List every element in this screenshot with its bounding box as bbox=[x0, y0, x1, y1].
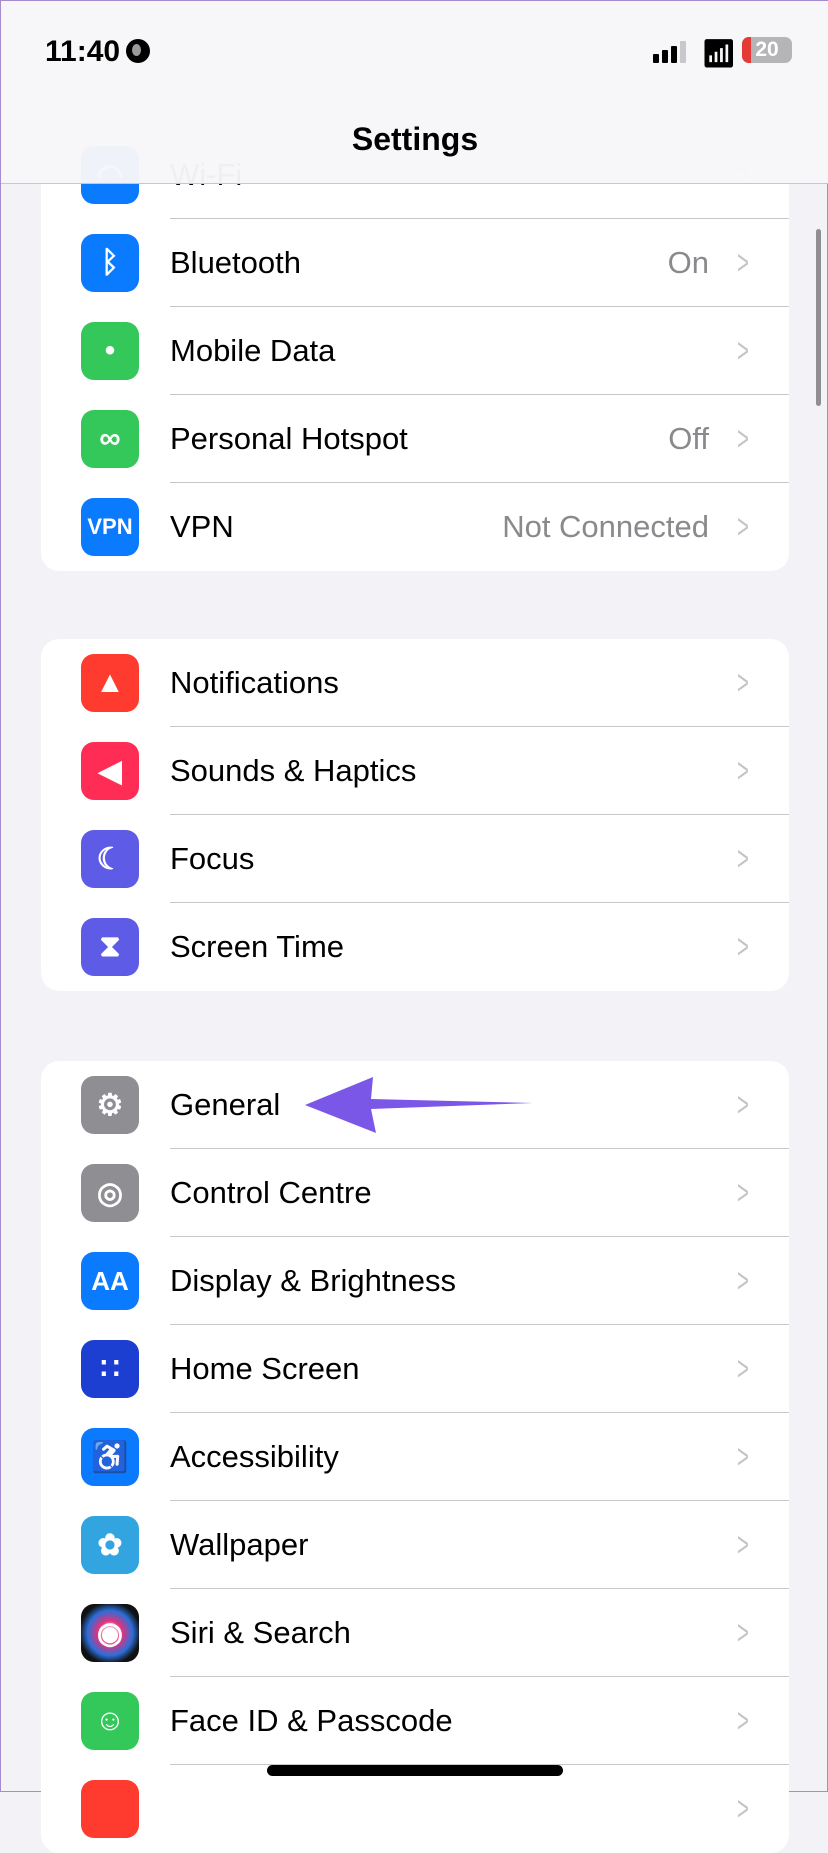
chevron-right-icon: > bbox=[737, 927, 750, 966]
chevron-right-icon: > bbox=[737, 839, 750, 878]
battery-icon: 20 bbox=[742, 37, 792, 63]
sos-icon bbox=[81, 1780, 139, 1838]
row-label: Accessibility bbox=[170, 1439, 339, 1474]
row-label: Mobile Data bbox=[170, 333, 336, 368]
row-label: Notifications bbox=[170, 665, 339, 700]
chevron-right-icon: > bbox=[737, 1789, 750, 1828]
annotation-arrow bbox=[305, 1077, 533, 1133]
flower-icon: ✿ bbox=[81, 1516, 139, 1574]
bell-icon: ▲ bbox=[81, 654, 139, 712]
moon-icon: ☾ bbox=[81, 830, 139, 888]
chevron-right-icon: > bbox=[737, 1085, 750, 1124]
row-label: Display & Brightness bbox=[170, 1263, 457, 1298]
row-label: Focus bbox=[170, 841, 255, 876]
home-grid-icon: ∷ bbox=[81, 1340, 139, 1398]
settings-row-bluetooth[interactable]: ᛒ Bluetooth On > bbox=[41, 219, 789, 307]
row-value: Not Connected bbox=[502, 509, 709, 544]
toggles-icon: ◎ bbox=[81, 1164, 139, 1222]
settings-row-vpn[interactable]: VPN VPN Not Connected > bbox=[41, 483, 789, 571]
cellular-signal-icon bbox=[653, 41, 686, 63]
face-id-icon: ☺ bbox=[81, 1692, 139, 1750]
chevron-right-icon: > bbox=[737, 1701, 750, 1740]
row-label: Screen Time bbox=[170, 929, 345, 964]
hotspot-link-icon: ∞ bbox=[81, 410, 139, 468]
vpn-icon: VPN bbox=[81, 498, 139, 556]
arrow-shape bbox=[305, 1077, 533, 1133]
accessibility-icon: ♿ bbox=[81, 1428, 139, 1486]
antenna-icon: • bbox=[81, 322, 139, 380]
settings-row-notifications[interactable]: ▲ Notifications > bbox=[41, 639, 789, 727]
chevron-right-icon: > bbox=[737, 751, 750, 790]
chevron-right-icon: > bbox=[737, 419, 750, 458]
scrollbar[interactable] bbox=[816, 229, 821, 406]
page-title: Settings bbox=[351, 121, 479, 157]
row-value: On bbox=[667, 245, 709, 280]
settings-row-home-screen[interactable]: ∷ Home Screen > bbox=[41, 1325, 789, 1413]
network-group: ◠Wi-Fi>ᛒBluetoothOn>•Mobile Data>∞Person… bbox=[41, 131, 789, 571]
general-group: ⚙ General > ◎ Control Centre > AA Display & Bri… bbox=[41, 1061, 789, 1853]
row-label: Wallpaper bbox=[170, 1527, 309, 1562]
chevron-right-icon: > bbox=[737, 1525, 750, 1564]
settings-row-wallpaper[interactable]: ✿ Wallpaper > bbox=[41, 1501, 789, 1589]
chevron-right-icon: > bbox=[737, 507, 750, 546]
chevron-right-icon: > bbox=[737, 663, 750, 702]
notifications-group: ▲ Notifications > ◀ Sounds & Haptics > ☾ Focus >… bbox=[41, 639, 789, 991]
speaker-icon: ◀ bbox=[81, 742, 139, 800]
chevron-right-icon: > bbox=[737, 1349, 750, 1388]
settings-row-personal-hotspot[interactable]: ∞ Personal Hotspot Off > bbox=[41, 395, 789, 483]
status-time: 11:40 bbox=[45, 35, 151, 69]
row-label: Face ID & Passcode bbox=[170, 1703, 453, 1738]
row-label: General bbox=[170, 1087, 281, 1122]
gear-icon: ⚙ bbox=[81, 1076, 139, 1134]
row-label: Bluetooth bbox=[170, 245, 301, 280]
settings-row-sounds-haptics[interactable]: ◀ Sounds & Haptics > bbox=[41, 727, 789, 815]
row-label: Control Centre bbox=[170, 1175, 372, 1210]
settings-row-control-centre[interactable]: ◎ Control Centre > bbox=[41, 1149, 789, 1237]
settings-row-screen-time[interactable]: ⧗ Screen Time > bbox=[41, 903, 789, 991]
chevron-right-icon: > bbox=[737, 1173, 750, 1212]
settings-row-siri-search[interactable]: ◉ Siri & Search > bbox=[41, 1589, 789, 1677]
home-indicator[interactable] bbox=[267, 1765, 563, 1776]
globe-icon bbox=[126, 39, 151, 63]
settings-row-face-id-passcode[interactable]: ☺ Face ID & Passcode > bbox=[41, 1677, 789, 1765]
chevron-right-icon: > bbox=[737, 1613, 750, 1652]
row-label: Siri & Search bbox=[170, 1615, 351, 1650]
settings-row-emergency-sos[interactable]: > bbox=[41, 1765, 789, 1853]
text-size-icon: AA bbox=[81, 1252, 139, 1310]
row-value: Off bbox=[668, 421, 709, 456]
row-label: Sounds & Haptics bbox=[170, 753, 417, 788]
row-label: VPN bbox=[170, 509, 234, 544]
settings-row-focus[interactable]: ☾ Focus > bbox=[41, 815, 789, 903]
chevron-right-icon: > bbox=[737, 331, 750, 370]
settings-row-mobile-data[interactable]: • Mobile Data > bbox=[41, 307, 789, 395]
row-label: Home Screen bbox=[170, 1351, 360, 1386]
bluetooth-icon: ᛒ bbox=[81, 234, 139, 292]
wifi-status-icon: 📶︎ bbox=[701, 38, 737, 69]
nav-header: 11:40 📶︎ 20 Settings bbox=[1, 1, 828, 184]
siri-icon: ◉ bbox=[81, 1604, 139, 1662]
settings-row-display-brightness[interactable]: AA Display & Brightness > bbox=[41, 1237, 789, 1325]
chevron-right-icon: > bbox=[737, 1261, 750, 1300]
chevron-right-icon: > bbox=[737, 243, 750, 282]
settings-row-accessibility[interactable]: ♿ Accessibility > bbox=[41, 1413, 789, 1501]
chevron-right-icon: > bbox=[737, 1437, 750, 1476]
row-label: Personal Hotspot bbox=[170, 421, 408, 456]
hourglass-icon: ⧗ bbox=[81, 918, 139, 976]
